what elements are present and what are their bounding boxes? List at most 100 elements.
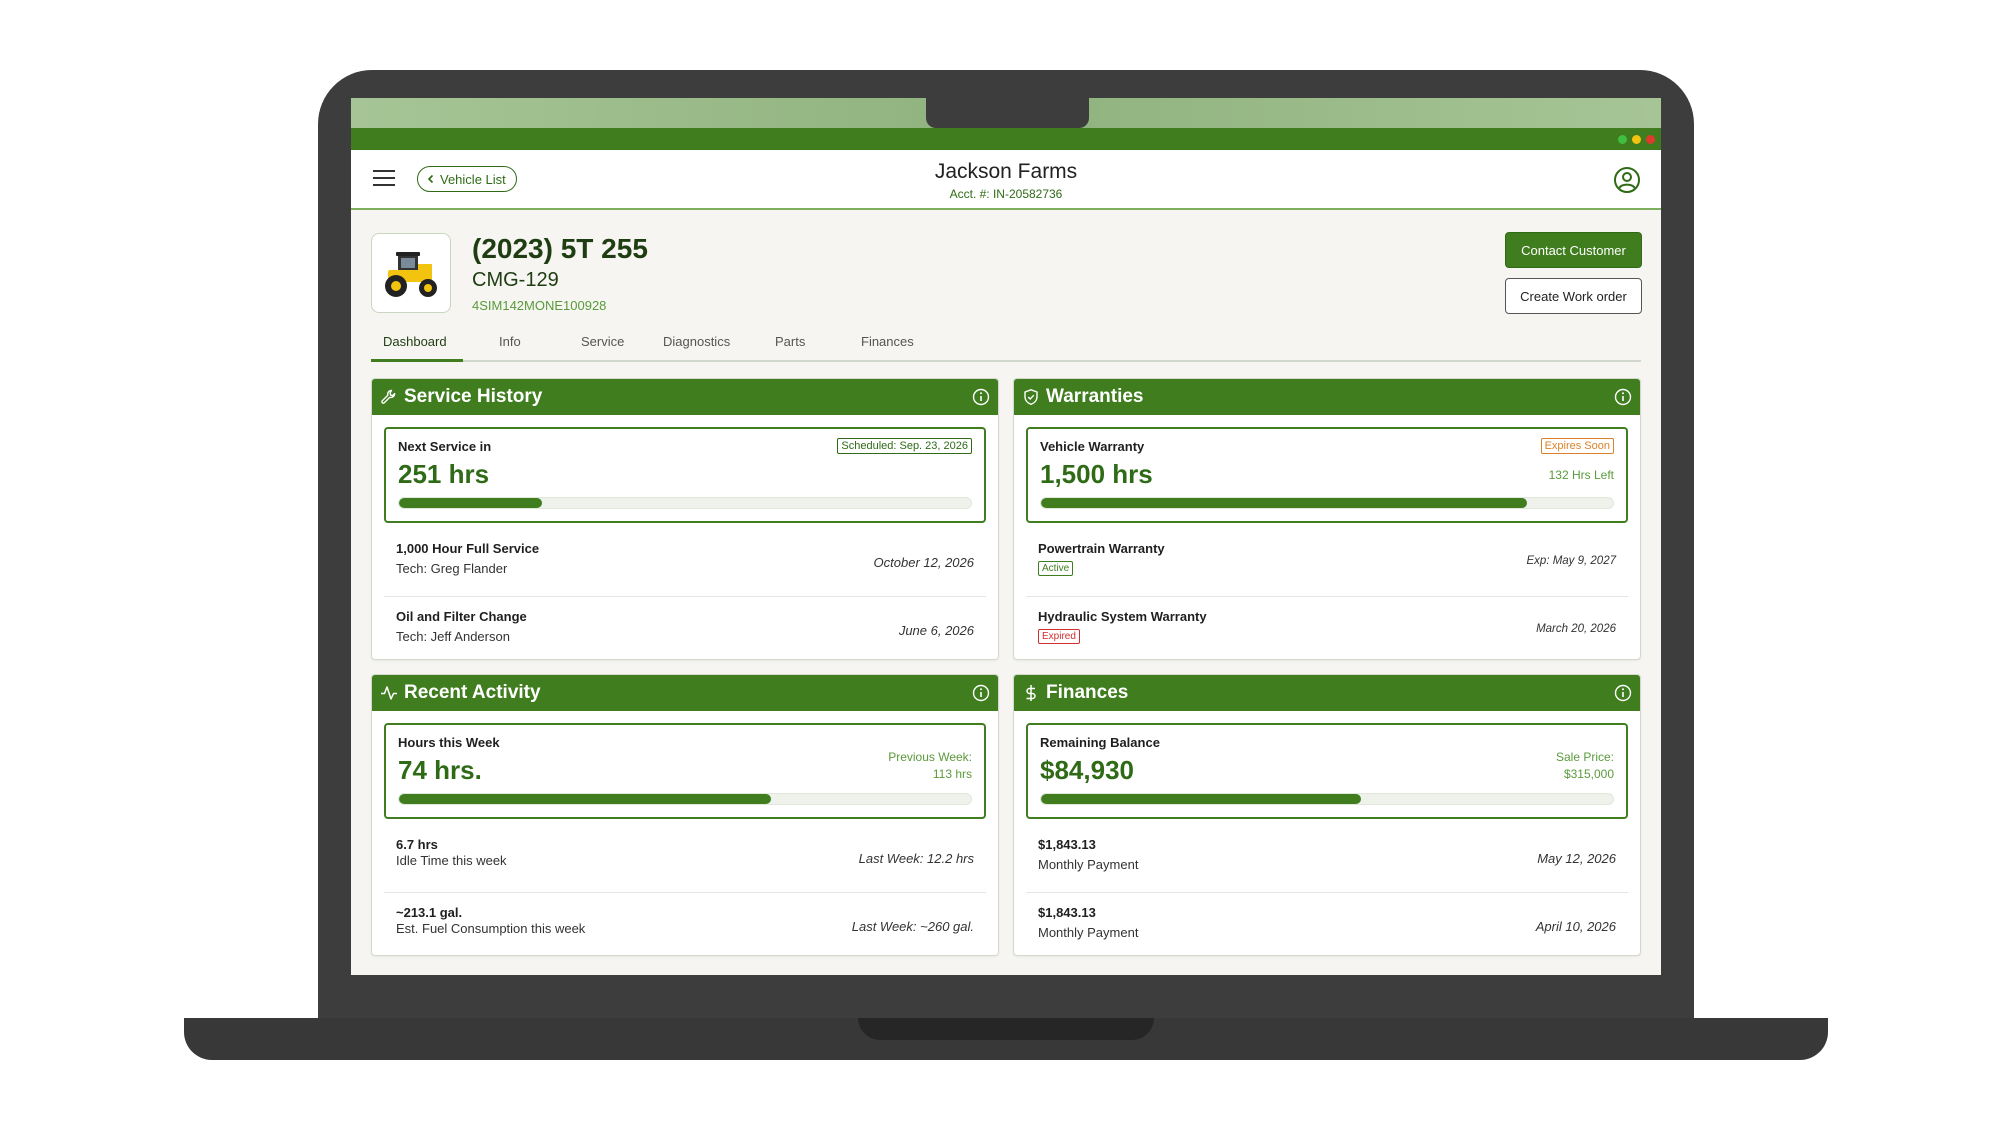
hours-left: 132 Hrs Left bbox=[1548, 468, 1614, 482]
card-title: Service History bbox=[404, 386, 543, 407]
row-subtitle: Idle Time this week bbox=[396, 853, 507, 868]
hero-label: Next Service in bbox=[398, 439, 492, 454]
row-subtitle: Tech: Jeff Anderson bbox=[396, 629, 510, 644]
hours-this-week-panel: Hours this Week 74 hrs. Previous Week: 1… bbox=[384, 723, 986, 819]
row-subtitle: Est. Fuel Consumption this week bbox=[396, 921, 586, 936]
list-item[interactable]: 6.7 hrs Idle Time this week Last Week: 1… bbox=[384, 825, 986, 893]
row-date: June 6, 2026 bbox=[898, 623, 974, 638]
row-title: 6.7 hrs bbox=[396, 837, 438, 852]
hero-label: Vehicle Warranty bbox=[1040, 439, 1145, 454]
tab-info[interactable]: Info bbox=[499, 334, 521, 349]
warranties-card: Warranties Vehicle Warranty 1,500 hrs Ex… bbox=[1013, 378, 1641, 660]
row-subtitle: Monthly Payment bbox=[1038, 925, 1139, 940]
tractor-icon bbox=[385, 252, 437, 297]
row-comparison: Last Week: 12.2 hrs bbox=[858, 851, 974, 866]
row-date: October 12, 2026 bbox=[873, 555, 974, 570]
wrench-icon bbox=[381, 389, 396, 404]
row-title: Powertrain Warranty bbox=[1038, 541, 1165, 556]
tab-diagnostics[interactable]: Diagnostics bbox=[663, 334, 730, 349]
list-item[interactable]: ~213.1 gal. Est. Fuel Consumption this w… bbox=[384, 893, 986, 955]
progress-fill bbox=[1041, 794, 1362, 804]
hero-value: $84,930 bbox=[1040, 755, 1134, 785]
vehicle-title: (2023) 5T 255 bbox=[472, 233, 648, 264]
vehicle-code: CMG-129 bbox=[472, 269, 559, 291]
recent-activity-card: Recent Activity Hours this Week 74 hrs. … bbox=[371, 674, 999, 956]
remaining-balance-panel: Remaining Balance $84,930 Sale Price: $3… bbox=[1026, 723, 1628, 819]
farm-name: Jackson Farms bbox=[934, 160, 1078, 183]
row-comparison: Last Week: ~260 gal. bbox=[851, 919, 974, 934]
progress-fill bbox=[1041, 498, 1528, 508]
activity-icon bbox=[381, 686, 397, 700]
row-title: Oil and Filter Change bbox=[396, 609, 527, 624]
status-badge: Active bbox=[1038, 561, 1074, 576]
expires-soon-badge: Expires Soon bbox=[1540, 438, 1614, 454]
status-bar bbox=[351, 128, 1661, 150]
card-title: Warranties bbox=[1046, 386, 1144, 407]
vehicle-vin: 4SIM142MONE100928 bbox=[472, 298, 607, 313]
sale-price-label: Sale Price: bbox=[1555, 750, 1614, 764]
sale-price-value: $315,000 bbox=[1563, 767, 1614, 781]
row-date: April 10, 2026 bbox=[1535, 919, 1616, 934]
row-subtitle: Monthly Payment bbox=[1038, 857, 1139, 872]
hero-label: Remaining Balance bbox=[1040, 735, 1160, 750]
row-date: March 20, 2026 bbox=[1536, 623, 1616, 635]
list-item[interactable]: $1,843.13 Monthly Payment May 12, 2026 bbox=[1026, 825, 1628, 893]
status-badge: Expired bbox=[1038, 629, 1080, 644]
hero-value: 1,500 hrs bbox=[1040, 459, 1153, 489]
card-title: Finances bbox=[1046, 682, 1129, 703]
create-work-order-button[interactable]: Create Work order bbox=[1505, 278, 1642, 314]
card-header: Recent Activity bbox=[372, 675, 998, 711]
tab-finances[interactable]: Finances bbox=[861, 334, 914, 349]
row-title: 1,000 Hour Full Service bbox=[396, 541, 540, 556]
user-icon[interactable] bbox=[1613, 166, 1641, 194]
tab-dashboard[interactable]: Dashboard bbox=[383, 334, 447, 349]
dollar-icon bbox=[1026, 685, 1036, 701]
row-title: $1,843.13 bbox=[1038, 837, 1096, 852]
finances-card: Finances Remaining Balance $84,930 Sale … bbox=[1013, 674, 1641, 956]
list-item[interactable]: $1,843.13 Monthly Payment April 10, 2026 bbox=[1026, 893, 1628, 955]
contact-customer-button[interactable]: Contact Customer bbox=[1505, 232, 1642, 268]
list-item[interactable]: Powertrain Warranty Active Exp: May 9, 2… bbox=[1026, 529, 1628, 597]
window-dot-red bbox=[1646, 135, 1655, 144]
active-tab-indicator bbox=[371, 359, 463, 362]
hero-value: 74 hrs. bbox=[398, 755, 482, 785]
info-icon[interactable] bbox=[1614, 684, 1632, 702]
hero-label: Hours this Week bbox=[398, 735, 500, 750]
progress-fill bbox=[399, 794, 771, 804]
scheduled-badge: Scheduled: Sep. 23, 2026 bbox=[837, 438, 972, 454]
progress-bar bbox=[398, 497, 972, 509]
previous-week-label: Previous Week: bbox=[888, 750, 972, 764]
row-title: ~213.1 gal. bbox=[396, 905, 463, 920]
card-title: Recent Activity bbox=[404, 682, 541, 703]
camera-notch bbox=[926, 98, 1089, 128]
window-dot-yellow bbox=[1632, 135, 1641, 144]
progress-bar bbox=[1040, 497, 1614, 509]
row-title: Hydraulic System Warranty bbox=[1038, 609, 1207, 624]
progress-bar bbox=[398, 793, 972, 805]
app-header: Vehicle List Jackson Farms Acct. #: IN-2… bbox=[351, 150, 1661, 210]
list-item[interactable]: Hydraulic System Warranty Expired March … bbox=[1026, 597, 1628, 659]
account-number: Acct. #: IN-20582736 bbox=[949, 187, 1063, 201]
card-header: Warranties bbox=[1014, 379, 1640, 415]
list-item[interactable]: Oil and Filter Change Tech: Jeff Anderso… bbox=[384, 597, 986, 659]
tab-parts[interactable]: Parts bbox=[775, 334, 805, 349]
info-icon[interactable] bbox=[972, 684, 990, 702]
card-header: Finances bbox=[1014, 675, 1640, 711]
tab-service[interactable]: Service bbox=[581, 334, 624, 349]
hero-value: 251 hrs bbox=[398, 459, 490, 489]
progress-bar bbox=[1040, 793, 1614, 805]
info-icon[interactable] bbox=[972, 388, 990, 406]
row-date: May 12, 2026 bbox=[1537, 851, 1616, 866]
vehicle-warranty-panel: Vehicle Warranty 1,500 hrs Expires Soon … bbox=[1026, 427, 1628, 523]
list-item[interactable]: 1,000 Hour Full Service Tech: Greg Fland… bbox=[384, 529, 986, 597]
row-date: Exp: May 9, 2027 bbox=[1526, 555, 1617, 567]
vehicle-thumbnail bbox=[371, 233, 451, 313]
previous-week-value: 113 hrs bbox=[932, 767, 972, 781]
next-service-panel: Next Service in 251 hrs Scheduled: Sep. … bbox=[384, 427, 986, 523]
window-dot-green bbox=[1618, 135, 1627, 144]
app-screen: Vehicle List Jackson Farms Acct. #: IN-2… bbox=[351, 98, 1661, 975]
shield-check-icon bbox=[1024, 389, 1038, 405]
service-history-card: Service History Next Service in 251 hrs … bbox=[371, 378, 999, 660]
info-icon[interactable] bbox=[1614, 388, 1632, 406]
card-header: Service History bbox=[372, 379, 998, 415]
